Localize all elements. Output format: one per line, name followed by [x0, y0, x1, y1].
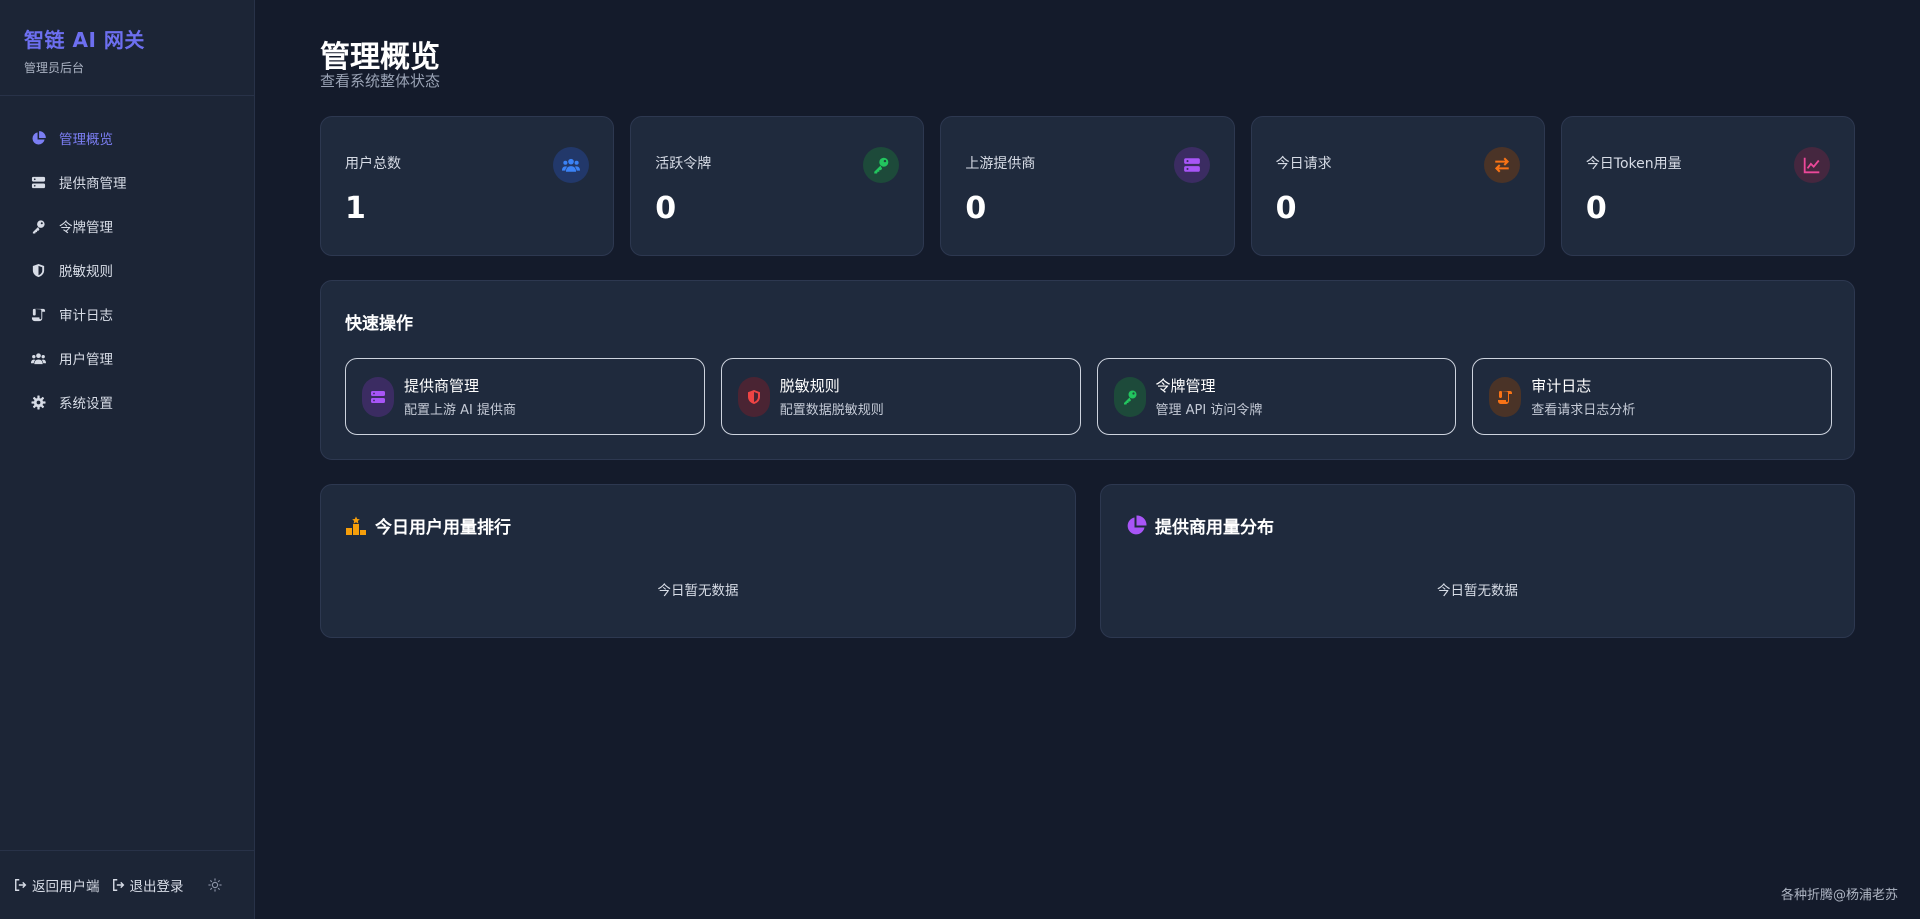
stat-value: 1: [345, 191, 366, 226]
sidebar-item-label: 用户管理: [59, 352, 113, 368]
empty-state: 今日暂无数据: [657, 583, 739, 599]
quick-action-desc: 配置上游 AI 提供商: [404, 403, 516, 418]
quick-actions-list: 提供商管理 配置上游 AI 提供商 脱敏规则 配置数据脱敏规则 令牌管理 管理 …: [345, 358, 1832, 435]
back-to-user-label: 返回用户端: [32, 879, 100, 895]
user-ranking-panel: 今日用户用量排行 今日暂无数据: [320, 484, 1076, 638]
provider-distribution-title: 提供商用量分布: [1125, 513, 1274, 538]
sidebar-item-audit[interactable]: 审计日志: [0, 292, 254, 336]
logout-label: 退出登录: [129, 879, 184, 895]
sun-icon: [207, 878, 222, 892]
sidebar-nav: 管理概览 提供商管理 令牌管理 脱敏规则 审计日志 用户管理 系统设置: [0, 96, 254, 424]
stat-value: 0: [1585, 191, 1607, 226]
quick-action-desc: 查看请求日志分析: [1531, 403, 1636, 418]
stat-label: 上游提供商: [965, 156, 1036, 172]
users-icon: [553, 147, 590, 183]
sidebar-item-overview[interactable]: 管理概览: [0, 116, 254, 160]
server-icon: [30, 174, 46, 190]
stat-card-users: 用户总数 1: [320, 116, 615, 256]
sidebar-item-label: 系统设置: [59, 396, 113, 412]
scroll-icon: [30, 306, 46, 322]
sidebar-footer: 返回用户端 退出登录: [0, 850, 254, 919]
stat-card-today-requests: 今日请求 0: [1250, 116, 1545, 256]
quick-action-tokens[interactable]: 令牌管理 管理 API 访问令牌: [1096, 358, 1457, 435]
sidebar-item-providers[interactable]: 提供商管理: [0, 160, 254, 204]
pie-chart-icon: [1127, 514, 1147, 534]
user-ranking-title: 今日用户用量排行: [345, 513, 511, 538]
users-icon: [30, 350, 46, 366]
stat-card-today-tokens: 今日Token用量 0: [1560, 116, 1856, 256]
quick-action-title: 脱敏规则: [779, 377, 840, 395]
pie-chart-icon: [30, 130, 46, 146]
quick-action-providers[interactable]: 提供商管理 配置上游 AI 提供商: [345, 358, 705, 435]
line-chart-icon: [1794, 147, 1831, 183]
sidebar-item-tokens[interactable]: 令牌管理: [0, 204, 254, 248]
back-to-user-button[interactable]: 返回用户端: [14, 875, 100, 895]
sidebar-item-users[interactable]: 用户管理: [0, 336, 254, 380]
quick-action-title: 提供商管理: [404, 377, 480, 395]
quick-action-desc: 管理 API 访问令牌: [1155, 403, 1263, 418]
quick-action-desc: 配置数据脱敏规则: [779, 403, 884, 418]
key-icon: [1113, 376, 1146, 417]
quick-actions-panel: 快速操作 提供商管理 配置上游 AI 提供商 脱敏规则 配置数据脱敏规则 令牌管…: [320, 280, 1855, 460]
quick-action-title: 令牌管理: [1155, 377, 1216, 395]
stats-row: 用户总数 1 活跃令牌 0 上游提供商 0 今日请求 0 今日Token用量 0: [320, 116, 1856, 256]
user-ranking-title-text: 今日用户用量排行: [375, 518, 511, 538]
sidebar-item-label: 审计日志: [59, 308, 113, 324]
brand-title: 智链 AI 网关: [24, 28, 145, 52]
sign-out-icon: [15, 879, 27, 891]
quick-action-title: 审计日志: [1531, 377, 1592, 395]
provider-distribution-title-text: 提供商用量分布: [1155, 518, 1274, 538]
sidebar-item-settings[interactable]: 系统设置: [0, 380, 254, 424]
scroll-icon: [1489, 376, 1522, 417]
empty-state: 今日暂无数据: [1437, 583, 1518, 599]
stat-value: 0: [965, 191, 987, 226]
theme-toggle-button[interactable]: [207, 878, 222, 892]
sidebar-item-label: 管理概览: [59, 132, 113, 148]
quick-actions-title: 快速操作: [345, 314, 413, 334]
exchange-icon: [1483, 147, 1520, 183]
server-icon: [1173, 147, 1210, 183]
provider-distribution-panel: 提供商用量分布 今日暂无数据: [1100, 484, 1855, 638]
quick-action-masking[interactable]: 脱敏规则 配置数据脱敏规则: [720, 358, 1081, 435]
key-icon: [30, 218, 46, 234]
sidebar-item-label: 提供商管理: [59, 176, 127, 192]
gear-icon: [30, 394, 46, 410]
server-icon: [362, 376, 394, 417]
sidebar: 智链 AI 网关 管理员后台 管理概览 提供商管理 令牌管理 脱敏规则 审计日志…: [0, 0, 255, 919]
logout-icon: [112, 879, 124, 891]
stat-card-providers: 上游提供商 0: [940, 116, 1235, 256]
watermark: 各种折腾@杨浦老苏: [1780, 888, 1898, 903]
shield-icon: [30, 262, 46, 278]
stat-card-active-tokens: 活跃令牌 0: [630, 116, 925, 256]
shield-icon: [737, 376, 770, 417]
brand: 智链 AI 网关 管理员后台: [0, 0, 254, 96]
page-subtitle: 查看系统整体状态: [320, 72, 441, 90]
ranking-icon: [346, 516, 366, 535]
stat-value: 0: [655, 191, 677, 226]
sidebar-item-masking[interactable]: 脱敏规则: [0, 248, 254, 292]
stat-value: 0: [1275, 191, 1297, 226]
brand-subtitle: 管理员后台: [24, 61, 85, 75]
sidebar-item-label: 令牌管理: [59, 220, 113, 236]
sidebar-item-label: 脱敏规则: [59, 264, 113, 280]
quick-action-audit[interactable]: 审计日志 查看请求日志分析: [1472, 358, 1832, 435]
logout-button[interactable]: 退出登录: [112, 875, 184, 895]
key-icon: [863, 147, 900, 183]
